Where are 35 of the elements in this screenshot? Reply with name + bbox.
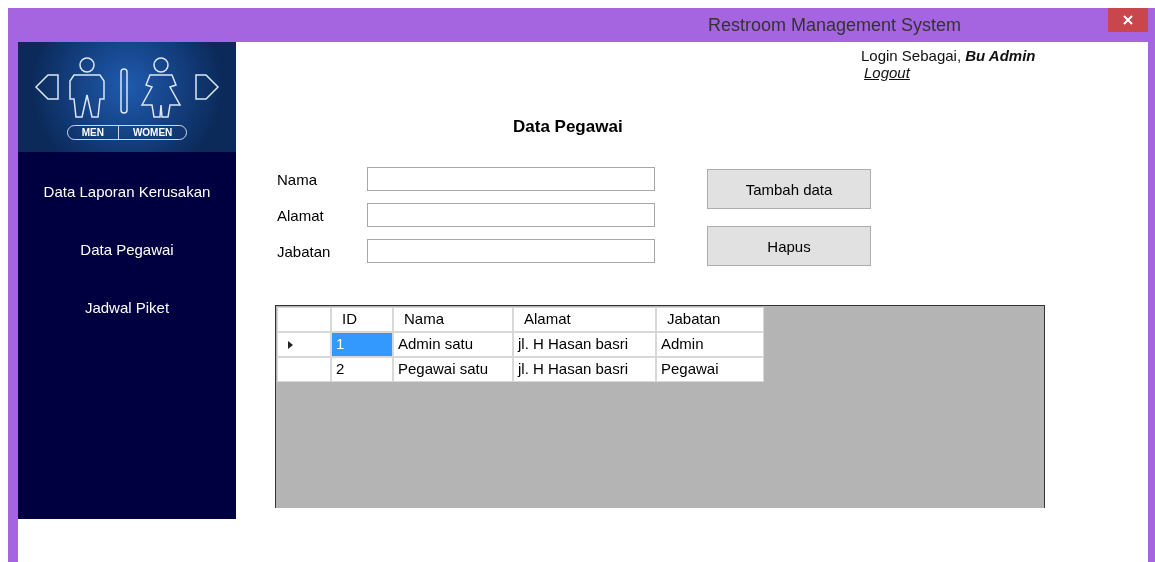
table-cell: Admin satu: [393, 332, 513, 357]
table-cell: jl. H Hasan basri: [513, 332, 656, 357]
sidebar-item[interactable]: Data Pegawai: [76, 230, 178, 268]
row-header[interactable]: [277, 357, 331, 382]
field-label: Nama: [277, 170, 318, 188]
logout-link[interactable]: Logout: [864, 64, 1036, 81]
column-header[interactable]: ID: [331, 307, 393, 332]
table-cell: 1: [331, 332, 393, 357]
input-field[interactable]: [367, 203, 655, 227]
window-title: Restroom Management System: [708, 15, 962, 36]
column-header[interactable]: Alamat: [513, 307, 656, 332]
column-header[interactable]: Nama: [393, 307, 513, 332]
page-title: Data Pegawai: [513, 117, 623, 137]
women-label: WOMEN: [117, 125, 187, 139]
field-label: Jabatan: [277, 242, 332, 260]
action-button[interactable]: Tambah data: [707, 169, 871, 209]
table-cell: jl. H Hasan basri: [513, 357, 656, 382]
table-cell: Admin: [656, 332, 764, 357]
field-label: Alamat: [277, 206, 325, 224]
table-cell: Pegawai: [656, 357, 764, 382]
corner-header: [277, 307, 331, 332]
table-cell: Pegawai satu: [393, 357, 513, 382]
input-field[interactable]: [367, 167, 655, 191]
current-row-icon: [288, 340, 293, 349]
sidebar-item[interactable]: Jadwal Piket: [80, 288, 174, 326]
men-label: MEN: [80, 125, 105, 139]
close-icon: [1123, 15, 1133, 25]
action-button[interactable]: Hapus: [707, 226, 871, 266]
table-cell: 2: [331, 357, 393, 382]
input-field[interactable]: [367, 239, 655, 263]
login-text: Login Sebagai, Bu Admin: [861, 47, 1036, 64]
sidebar-item[interactable]: Data Laporan Kerusakan: [39, 172, 215, 210]
close-button[interactable]: [1108, 8, 1148, 32]
row-header[interactable]: [277, 332, 331, 357]
column-header[interactable]: Jabatan: [656, 307, 764, 332]
